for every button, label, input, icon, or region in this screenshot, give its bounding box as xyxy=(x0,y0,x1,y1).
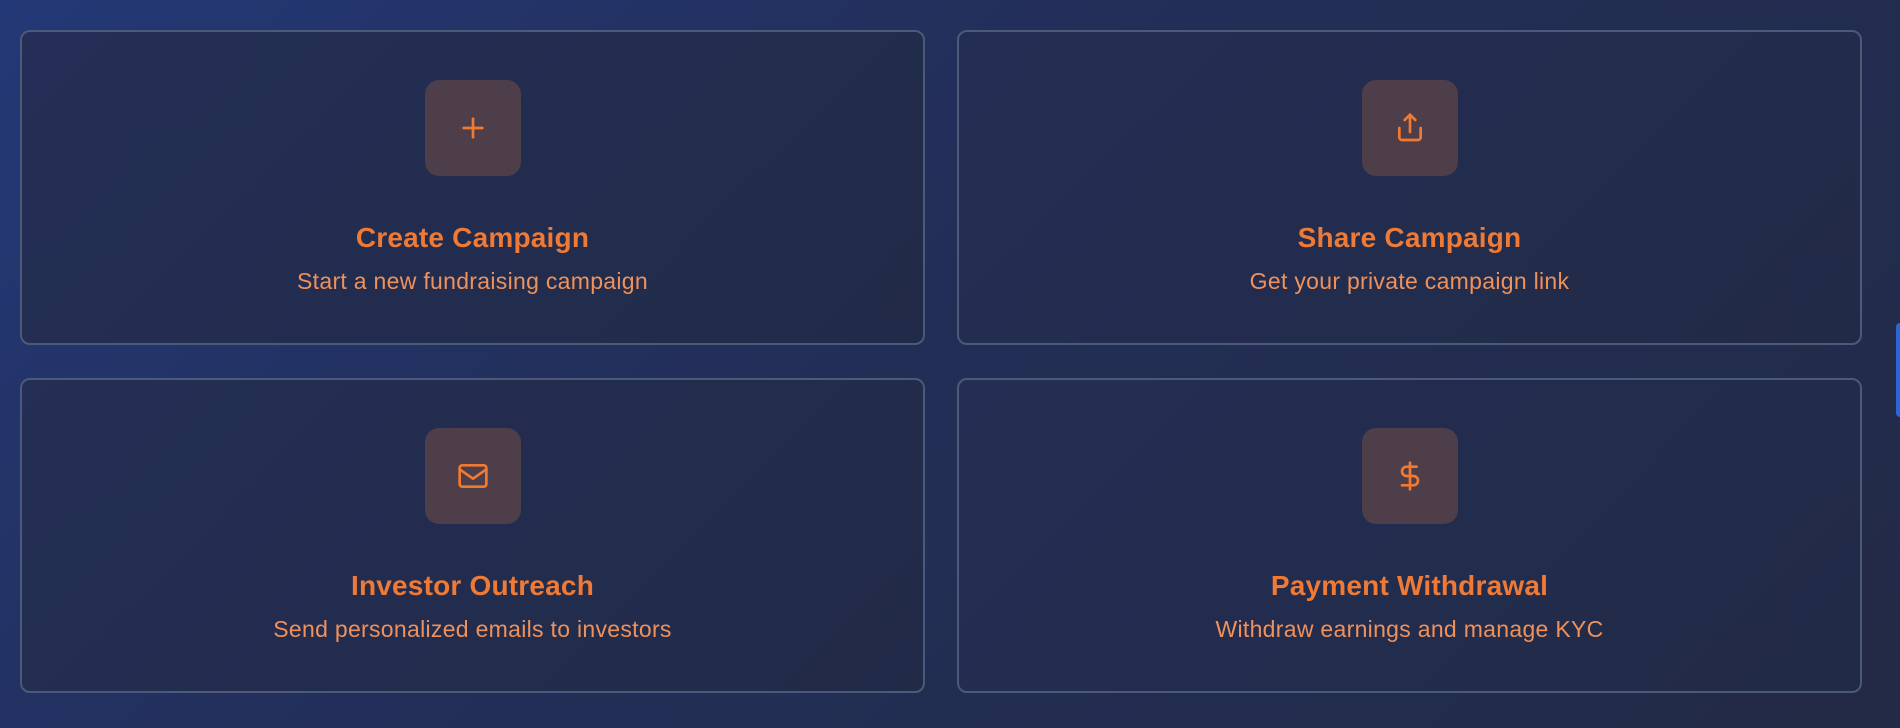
share-campaign-icon-box xyxy=(1361,80,1458,176)
card-subtitle: Start a new fundraising campaign xyxy=(297,268,648,294)
card-subtitle: Send personalized emails to investors xyxy=(273,616,672,642)
dollar-icon xyxy=(1400,461,1419,491)
card-title: Create Campaign xyxy=(355,222,590,253)
quick-actions-grid: Create Campaign Start a new fundraising … xyxy=(20,30,1862,693)
investor-outreach-card[interactable]: Investor Outreach Send personalized emai… xyxy=(20,378,925,693)
card-subtitle: Get your private campaign link xyxy=(1249,268,1570,294)
card-title: Investor Outreach xyxy=(350,570,595,601)
side-drawer-tab[interactable] xyxy=(1896,323,1900,417)
share-campaign-card[interactable]: Share Campaign Get your private campaign… xyxy=(957,30,1862,345)
payment-withdrawal-icon-box xyxy=(1361,428,1458,524)
card-title: Share Campaign xyxy=(1297,222,1522,253)
payment-withdrawal-card[interactable]: Payment Withdrawal Withdraw earnings and… xyxy=(957,378,1862,693)
share-icon xyxy=(1397,113,1422,142)
card-title: Payment Withdrawal xyxy=(1270,570,1549,601)
create-campaign-icon-box xyxy=(424,80,521,176)
mail-icon xyxy=(457,464,488,488)
investor-outreach-icon-box xyxy=(424,428,521,524)
create-campaign-card[interactable]: Create Campaign Start a new fundraising … xyxy=(20,30,925,345)
plus-icon xyxy=(461,117,484,139)
card-subtitle: Withdraw earnings and manage KYC xyxy=(1215,616,1604,642)
